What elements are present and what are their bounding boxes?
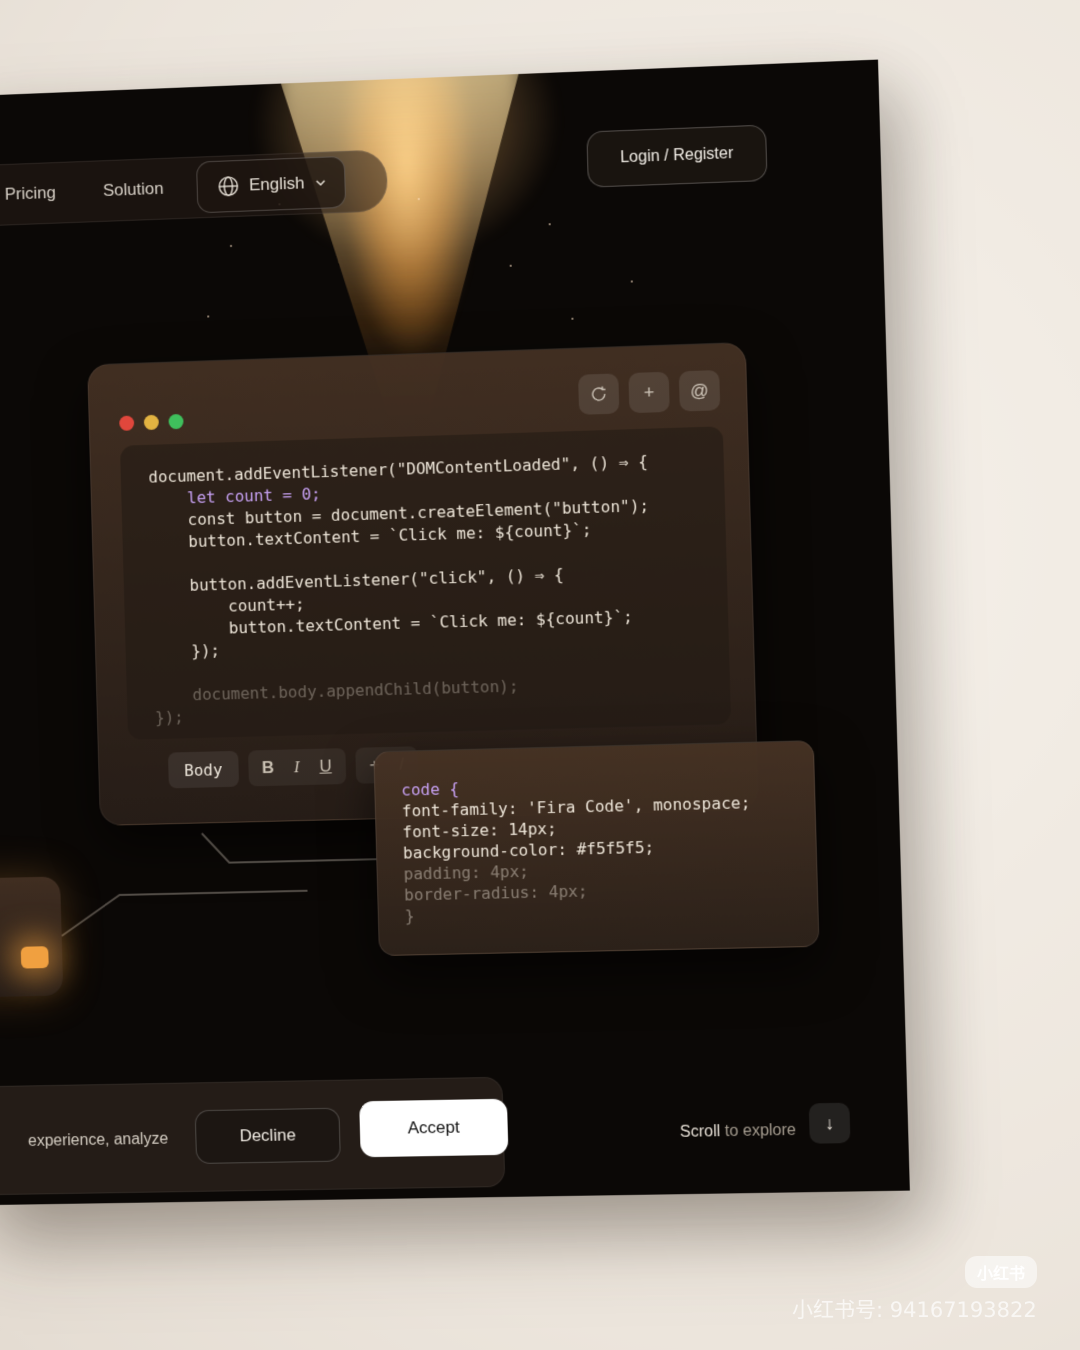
watermark-logo: 小红书 (965, 1256, 1037, 1288)
css-snippet-card[interactable]: code { font-family: 'Fira Code', monospa… (373, 740, 820, 957)
css-line: code { (401, 779, 460, 800)
stage: Pricing Solution English Login / Registe… (0, 0, 1080, 1350)
css-code-block: code { font-family: 'Fira Code', monospa… (401, 771, 754, 927)
scroll-hint-dim: to explore (720, 1121, 797, 1141)
flow-node[interactable] (0, 876, 64, 998)
css-line: font-size: 14px; (402, 818, 557, 842)
arrow-down-icon: ↓ (824, 1112, 835, 1133)
css-line: border-radius: 4px; (403, 881, 588, 905)
scroll-down-button[interactable]: ↓ (808, 1102, 851, 1144)
connector-lines (0, 60, 910, 1206)
scroll-hint: Scroll to explore (680, 1122, 797, 1142)
watermark-text: 小红书号: 94167193822 (792, 1298, 1037, 1322)
cookie-text: experience, analyze (27, 1130, 169, 1150)
node-glow-icon (20, 946, 49, 969)
accept-button[interactable]: Accept (359, 1098, 509, 1158)
css-line: background-color: #f5f5f5; (402, 837, 655, 863)
css-line: padding: 4px; (403, 861, 530, 884)
css-line: } (404, 906, 415, 926)
scroll-hint-strong: Scroll (679, 1123, 721, 1141)
app-screen: Pricing Solution English Login / Registe… (0, 59, 910, 1206)
decline-button[interactable]: Decline (194, 1107, 341, 1164)
